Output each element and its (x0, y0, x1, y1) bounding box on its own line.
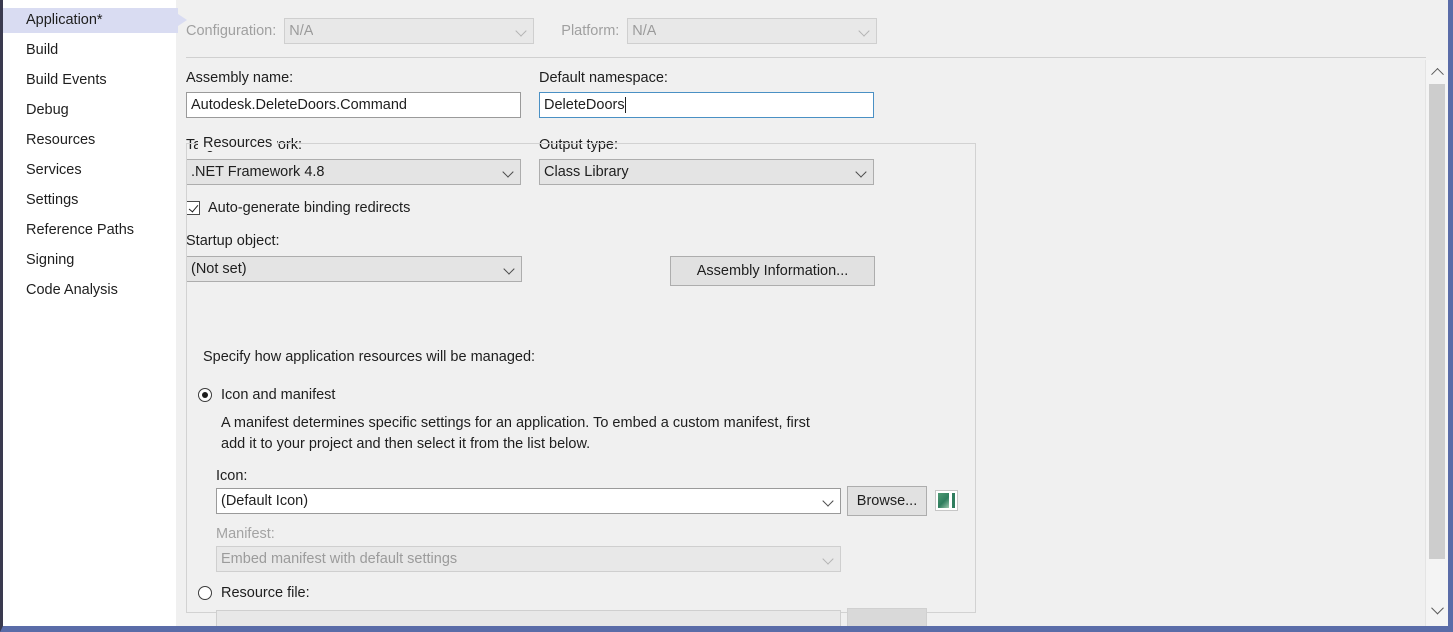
chevron-down-icon (822, 552, 836, 566)
configuration-value: N/A (289, 23, 313, 39)
scroll-down-arrow-icon[interactable] (1426, 598, 1448, 620)
resources-group-box (186, 143, 976, 613)
scroll-up-arrow-icon[interactable] (1426, 60, 1448, 82)
icon-value: (Default Icon) (221, 493, 308, 509)
assembly-name-label: Assembly name: (186, 69, 293, 87)
icon-dropdown[interactable]: (Default Icon) (216, 488, 841, 514)
horizontal-divider (186, 57, 1426, 58)
icon-and-manifest-radio-row[interactable]: Icon and manifest (198, 387, 335, 403)
icon-and-manifest-label: Icon and manifest (221, 387, 335, 403)
sidebar-item-resources[interactable]: Resources (3, 128, 173, 153)
sidebar-item-label: Signing (26, 252, 74, 268)
configuration-label: Configuration: (186, 23, 276, 39)
sidebar-item-debug[interactable]: Debug (3, 98, 173, 123)
icon-label: Icon: (216, 467, 247, 485)
default-namespace-label: Default namespace: (539, 69, 668, 87)
default-namespace-input[interactable]: DeleteDoors (539, 92, 874, 118)
chevron-down-icon (822, 494, 836, 508)
icon-browse-button-label: Browse... (857, 493, 917, 509)
application-settings-panel: Configuration: N/A Platform: N/A Assembl… (176, 0, 1448, 626)
sidebar-item-services[interactable]: Services (3, 158, 173, 183)
platform-dropdown[interactable]: N/A (627, 18, 877, 44)
sidebar-item-code-analysis[interactable]: Code Analysis (3, 278, 173, 303)
sidebar-item-settings[interactable]: Settings (3, 188, 173, 213)
platform-label: Platform: (561, 23, 619, 39)
manifest-dropdown[interactable]: Embed manifest with default settings (216, 546, 841, 572)
resources-group-title: Resources (198, 135, 277, 151)
default-namespace-value: DeleteDoors (544, 97, 625, 113)
resource-file-radio-row[interactable]: Resource file: (198, 585, 310, 601)
resource-file-input[interactable] (216, 610, 841, 626)
resources-description: Specify how application resources will b… (203, 347, 535, 368)
manifest-help-line-1: A manifest determines specific settings … (221, 413, 881, 434)
sidebar-item-label: Debug (26, 102, 69, 118)
sidebar-item-reference-paths[interactable]: Reference Paths (3, 218, 173, 243)
chevron-down-icon (515, 24, 529, 38)
sidebar-item-label: Settings (26, 192, 78, 208)
configuration-platform-row: Configuration: N/A Platform: N/A (186, 18, 877, 44)
platform-value: N/A (632, 23, 656, 39)
sidebar-item-signing[interactable]: Signing (3, 248, 173, 273)
sidebar-item-build[interactable]: Build (3, 38, 173, 63)
scrollbar-thumb[interactable] (1429, 84, 1445, 559)
icon-preview-thumbnail (935, 490, 958, 511)
icon-preview-left (938, 493, 949, 508)
configuration-dropdown[interactable]: N/A (284, 18, 534, 44)
assembly-name-input[interactable]: Autodesk.DeleteDoors.Command (186, 92, 521, 118)
text-caret (625, 97, 626, 113)
sidebar-item-label: Build (26, 42, 58, 58)
assembly-name-value: Autodesk.DeleteDoors.Command (191, 97, 407, 113)
sidebar-item-application[interactable]: Application* (3, 8, 178, 33)
sidebar-item-label: Resources (26, 132, 95, 148)
icon-preview-right (949, 493, 955, 508)
manifest-value: Embed manifest with default settings (221, 551, 457, 567)
vertical-scrollbar[interactable] (1425, 60, 1448, 626)
manifest-label: Manifest: (216, 525, 275, 543)
resource-file-label: Resource file: (221, 585, 310, 601)
sidebar-item-label: Reference Paths (26, 222, 134, 238)
sidebar-item-label: Code Analysis (26, 282, 118, 298)
icon-and-manifest-radio[interactable] (198, 388, 212, 402)
sidebar-item-label: Services (26, 162, 82, 178)
icon-browse-button[interactable]: Browse... (847, 486, 927, 516)
manifest-help-text: A manifest determines specific settings … (221, 413, 881, 455)
resource-file-radio[interactable] (198, 586, 212, 600)
manifest-help-line-2: add it to your project and then select i… (221, 434, 881, 455)
resource-file-browse-button[interactable] (847, 608, 927, 626)
project-properties-window: Application* Build Build Events Debug Re… (0, 0, 1453, 632)
sidebar-item-label: Build Events (26, 72, 107, 88)
sidebar-item-label: Application* (26, 12, 103, 28)
properties-category-sidebar: Application* Build Build Events Debug Re… (3, 0, 173, 626)
sidebar-item-build-events[interactable]: Build Events (3, 68, 173, 93)
chevron-down-icon (858, 24, 872, 38)
